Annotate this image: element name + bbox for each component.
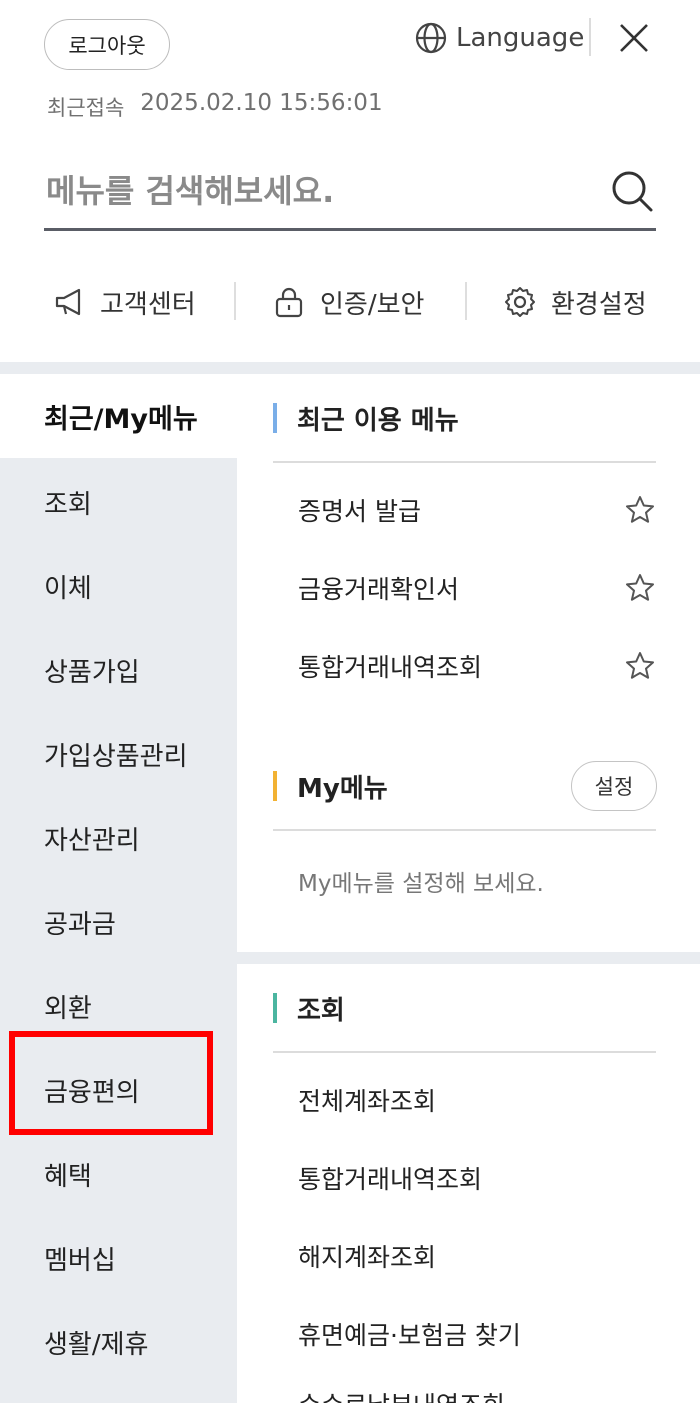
my-menu-hint: My메뉴를 설정해 보세요. xyxy=(298,871,544,897)
customer-center-label: 고객센터 xyxy=(100,289,196,320)
logout-button[interactable]: 로그아웃 xyxy=(44,19,170,70)
settings-link[interactable]: 환경설정 xyxy=(503,270,647,334)
section-marker xyxy=(273,993,277,1023)
side-item-recent-my[interactable]: 최근/My메뉴 xyxy=(0,374,237,458)
inquiry-item-label: 휴면예금·보험금 찾기 xyxy=(298,1321,521,1350)
search-icon[interactable] xyxy=(610,169,654,213)
my-menu-settings-button[interactable]: 설정 xyxy=(571,761,657,811)
auth-security-link[interactable]: 인증/보안 xyxy=(272,270,424,334)
side-menu: 최근/My메뉴 조회 이체 상품가입 가입상품관리 자산관리 공과금 외환 금융… xyxy=(0,374,237,1403)
section-separator xyxy=(237,952,700,964)
section-divider xyxy=(273,829,656,831)
gear-icon xyxy=(505,287,535,317)
last-login-value: 2025.02.10 15:56:01 xyxy=(140,90,383,116)
side-item-transfer[interactable]: 이체 xyxy=(0,544,237,628)
last-login-info: 최근접속 2025.02.10 15:56:01 xyxy=(47,90,383,122)
section-marker xyxy=(273,771,277,801)
quick-divider xyxy=(465,282,467,320)
globe-icon xyxy=(415,22,447,54)
inquiry-item[interactable]: 통합거래내역조회 xyxy=(273,1148,656,1208)
recent-item-label: 증명서 발급 xyxy=(298,497,421,526)
recent-menu-title: 최근 이용 메뉴 xyxy=(297,405,459,436)
inquiry-item-label: 해지계좌조회 xyxy=(298,1243,437,1272)
side-item-utility-bills[interactable]: 공과금 xyxy=(0,880,237,964)
side-item-lifestyle[interactable]: 생활/제휴 xyxy=(0,1300,237,1384)
recent-item[interactable]: 증명서 발급 xyxy=(273,480,656,540)
last-login-label: 최근접속 xyxy=(47,96,125,120)
side-item-benefits[interactable]: 혜택 xyxy=(0,1132,237,1216)
inquiry-title: 조회 xyxy=(297,995,345,1026)
section-marker xyxy=(273,403,277,433)
quick-links: 고객센터 인증/보안 환경설정 xyxy=(0,270,700,334)
side-item-product-signup[interactable]: 상품가입 xyxy=(0,628,237,712)
side-item-forex[interactable]: 외환 xyxy=(0,964,237,1048)
customer-center-link[interactable]: 고객센터 xyxy=(52,270,196,334)
close-icon[interactable] xyxy=(614,18,654,58)
side-item-product-manage[interactable]: 가입상품관리 xyxy=(0,712,237,796)
recent-item-label: 금융거래확인서 xyxy=(298,575,460,604)
star-icon[interactable] xyxy=(624,494,656,526)
settings-label: 환경설정 xyxy=(551,289,647,320)
side-item-financial-convenience[interactable]: 금융편의 xyxy=(0,1048,237,1132)
menu-content: 최근 이용 메뉴 증명서 발급 금융거래확인서 통합거래내역조회 My메뉴 설정… xyxy=(237,374,700,1403)
recent-item[interactable]: 통합거래내역조회 xyxy=(273,636,656,696)
section-divider xyxy=(273,461,656,463)
megaphone-icon xyxy=(55,288,81,316)
side-item-asset-manage[interactable]: 자산관리 xyxy=(0,796,237,880)
recent-item[interactable]: 금융거래확인서 xyxy=(273,558,656,618)
side-item-inquiry[interactable]: 조회 xyxy=(0,460,237,544)
lock-icon xyxy=(275,287,303,318)
recent-item-label: 통합거래내역조회 xyxy=(298,653,483,682)
my-menu-title: My메뉴 xyxy=(297,773,388,804)
inquiry-item-partial[interactable]: 수수료납부내역조회 xyxy=(298,1386,505,1403)
language-label: Language xyxy=(456,23,585,53)
menu-search xyxy=(44,155,656,231)
menu-header: 로그아웃 Language 최근접속 2025.02.10 15:56:01 고… xyxy=(0,0,700,362)
inquiry-item-label: 통합거래내역조회 xyxy=(298,1165,483,1194)
search-input[interactable] xyxy=(46,169,586,213)
auth-security-label: 인증/보안 xyxy=(320,289,425,320)
star-icon[interactable] xyxy=(624,572,656,604)
recent-menu-header: 최근 이용 메뉴 xyxy=(273,392,656,444)
inquiry-item-label: 전체계좌조회 xyxy=(298,1087,437,1116)
inquiry-item[interactable]: 휴면예금·보험금 찾기 xyxy=(273,1304,656,1364)
header-divider xyxy=(589,18,591,56)
side-item-membership[interactable]: 멤버십 xyxy=(0,1216,237,1300)
inquiry-header: 조회 xyxy=(273,982,656,1034)
star-icon[interactable] xyxy=(624,650,656,682)
inquiry-item[interactable]: 전체계좌조회 xyxy=(273,1070,656,1130)
inquiry-item[interactable]: 해지계좌조회 xyxy=(273,1226,656,1286)
language-selector[interactable]: Language xyxy=(414,20,584,56)
quick-divider xyxy=(234,282,236,320)
section-divider xyxy=(273,1051,656,1053)
section-separator xyxy=(0,362,700,374)
